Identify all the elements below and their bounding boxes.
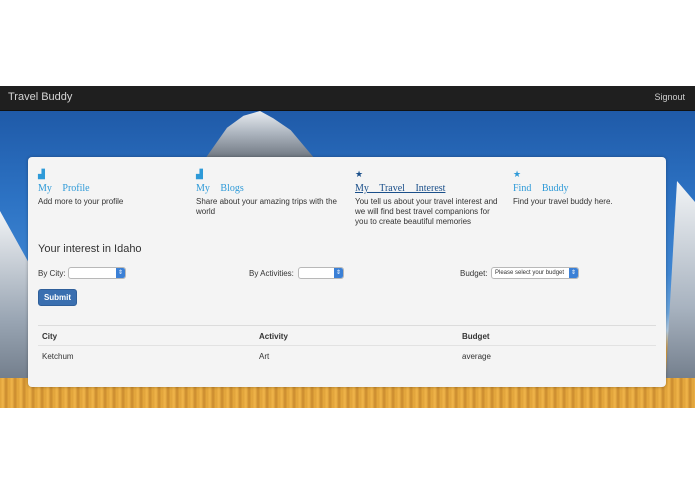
budget-select[interactable]: Please select your budget ⇕ — [491, 267, 579, 279]
feature-blogs: ▟ My Blogs Share about your amazing trip… — [196, 168, 346, 217]
bar-chart-icon: ▟ — [38, 169, 45, 179]
city-label: By City: — [38, 269, 66, 278]
feature-travel-interest: ★ My Travel Interest You tell us about y… — [355, 168, 500, 227]
select-arrows-icon: ⇕ — [116, 268, 125, 278]
feature-find-buddy-link[interactable]: Find Buddy — [513, 183, 658, 194]
feature-blogs-desc: Share about your amazing trips with the … — [196, 197, 337, 216]
header-budget: Budget — [462, 332, 490, 341]
mountain-right — [665, 181, 695, 391]
mountain-peak — [205, 111, 315, 159]
bar-chart-icon: ▟ — [196, 169, 203, 179]
signout-link[interactable]: Signout — [654, 92, 685, 102]
activity-select[interactable]: ⇕ — [298, 267, 344, 279]
header-city: City — [42, 332, 58, 341]
activity-label: By Activities: — [249, 269, 294, 278]
feature-travel-interest-link[interactable]: My Travel Interest — [355, 183, 500, 194]
cell-budget: average — [462, 352, 491, 361]
budget-label: Budget: — [460, 269, 488, 278]
budget-select-value: Please select your budget — [495, 270, 565, 276]
interest-table: City Activity Budget Ketchum Art average — [38, 325, 656, 366]
star-icon: ★ — [355, 169, 364, 179]
table-header-row: City Activity Budget — [38, 326, 656, 346]
star-icon: ★ — [513, 169, 522, 179]
table-row: Ketchum Art average — [38, 346, 656, 366]
feature-travel-interest-desc: You tell us about your travel interest a… — [355, 197, 498, 226]
main-panel: ▟ My Profile Add more to your profile ▟ … — [28, 157, 666, 387]
select-arrows-icon: ⇕ — [569, 268, 578, 278]
feature-profile-desc: Add more to your profile — [38, 197, 124, 206]
feature-profile: ▟ My Profile Add more to your profile — [38, 168, 188, 207]
feature-find-buddy-desc: Find your travel buddy here. — [513, 197, 613, 206]
feature-profile-link[interactable]: My Profile — [38, 183, 188, 194]
cell-city: Ketchum — [42, 352, 74, 361]
cell-activity: Art — [259, 352, 270, 361]
section-title: Your interest in Idaho — [38, 243, 142, 255]
brand-title[interactable]: Travel Buddy — [8, 91, 72, 103]
select-arrows-icon: ⇕ — [334, 268, 343, 278]
navbar: Travel Buddy Signout — [0, 86, 695, 111]
feature-find-buddy: ★ Find Buddy Find your travel buddy here… — [513, 168, 658, 207]
city-select[interactable]: ⇕ — [68, 267, 126, 279]
header-activity: Activity — [259, 332, 288, 341]
feature-blogs-link[interactable]: My Blogs — [196, 183, 346, 194]
submit-button[interactable]: Submit — [38, 289, 77, 306]
